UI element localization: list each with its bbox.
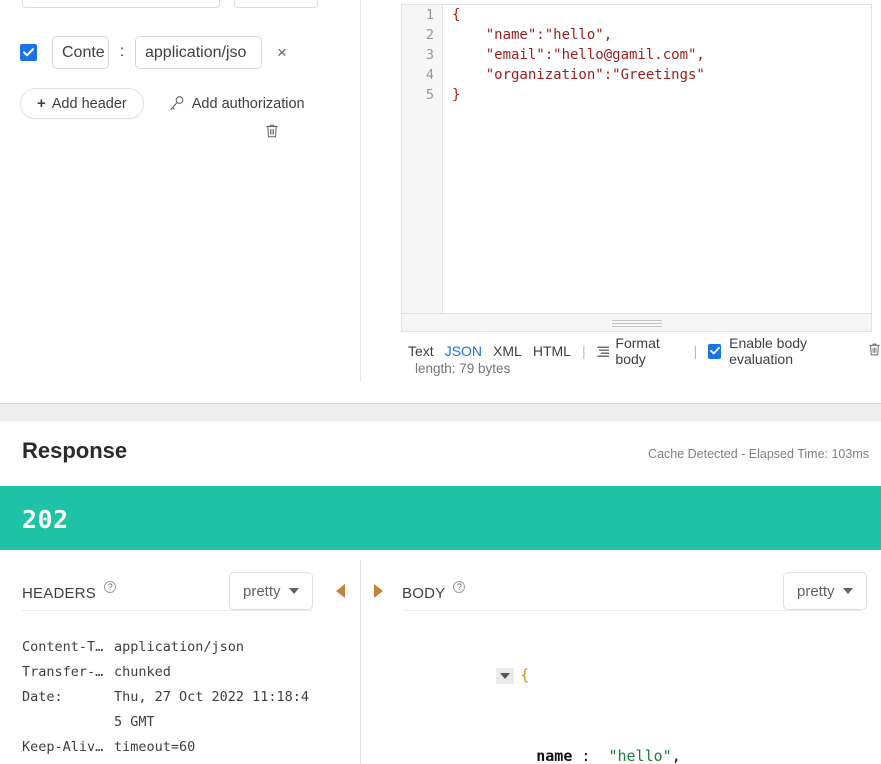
trash-icon	[869, 343, 880, 356]
headers-format-dropdown[interactable]: pretty	[229, 572, 313, 610]
request-body-editor[interactable]: 1 2 3 4 5 { "name":"hello", "email":"hel…	[401, 4, 872, 314]
check-icon	[709, 347, 720, 355]
help-icon[interactable]: ?	[453, 581, 466, 593]
add-authorization-label: Add authorization	[191, 95, 305, 112]
response-header: Response Cache Detected - Elapsed Time: …	[0, 421, 881, 486]
pane-vertical-divider	[360, 0, 361, 382]
header-item: Transfer-… chunked	[22, 660, 309, 685]
json-root-line: {	[424, 635, 780, 716]
help-icon[interactable]: ?	[104, 581, 117, 593]
line-number: 3	[425, 47, 434, 63]
editor-resize-grabber[interactable]	[611, 320, 662, 327]
expand-body-panel-button[interactable]	[374, 584, 383, 598]
header-item: Keep-Aliv… timeout=60	[22, 735, 309, 760]
header-item: Date: Thu, 27 Oct 2022 11:18:4 5 GMT	[22, 685, 309, 735]
format-body-button[interactable]: Format body	[596, 335, 683, 367]
json-open-brace: {	[520, 666, 530, 684]
enable-body-evaluation-toggle[interactable]: Enable body evaluation	[708, 335, 854, 367]
body-format-label: pretty	[797, 582, 835, 600]
header-row: Conte : application/jso ×	[20, 35, 287, 69]
editor-code-line: {	[452, 7, 461, 23]
json-comma: ,	[671, 747, 681, 764]
format-tab-json[interactable]: JSON	[445, 343, 482, 359]
line-number: 2	[425, 27, 434, 43]
body-panel-title: BODY ?	[402, 581, 466, 602]
header-key-input[interactable]: Conte	[52, 35, 109, 69]
response-body-tree: { name : "hello", email : "hello@gamil.c…	[424, 635, 780, 764]
headers-panel-title: HEADERS ?	[22, 581, 117, 602]
headers-panel-label: HEADERS	[22, 585, 96, 602]
response-panels: HEADERS ? pretty Content-T… application/…	[0, 550, 881, 764]
header-item-key: Keep-Aliv…	[22, 739, 104, 755]
add-header-label: Add header	[51, 95, 127, 112]
json-key: name	[536, 747, 573, 764]
caret-down-icon	[500, 672, 511, 679]
body-format-dropdown[interactable]: pretty	[783, 572, 867, 610]
chevron-down-icon	[288, 588, 299, 594]
toolbar-separator-2: |	[693, 343, 698, 359]
header-value-input[interactable]: application/jso	[135, 35, 262, 69]
response-meta: Cache Detected - Elapsed Time: 103ms	[648, 447, 869, 461]
format-tab-html[interactable]: HTML	[533, 343, 571, 359]
headers-panel-rule	[22, 610, 312, 611]
header-item-value: chunked	[114, 664, 171, 680]
key-icon	[170, 96, 184, 110]
body-panel-rule	[402, 610, 862, 611]
header-actions: + Add header Add authorization	[20, 88, 305, 119]
format-tab-xml[interactable]: XML	[493, 343, 522, 359]
toolbar-separator: |	[581, 343, 586, 359]
header-item-value: timeout=60	[114, 739, 196, 755]
add-header-button[interactable]: + Add header	[20, 88, 144, 119]
check-icon	[23, 47, 34, 56]
collapse-headers-panel-button[interactable]	[336, 584, 345, 598]
header-item-value: application/json	[114, 639, 245, 655]
editor-code-line: "organization":"Greetings"	[452, 67, 705, 83]
format-body-label: Format body	[615, 335, 660, 367]
format-lines-icon	[596, 346, 610, 357]
editor-line-gutter: 1 2 3 4 5	[402, 5, 443, 313]
editor-code-line: "email":"hello@gamil.com",	[452, 47, 705, 63]
json-entry: name : "hello",	[424, 716, 780, 764]
chevron-down-icon	[842, 588, 853, 594]
line-number: 4	[425, 67, 434, 83]
response-title: Response	[22, 438, 128, 463]
editor-horizontal-scrollbar[interactable]	[401, 314, 872, 332]
body-length-label: length: 79 bytes	[415, 361, 511, 376]
delete-authorization-button[interactable]	[265, 123, 279, 144]
line-number: 1	[425, 7, 434, 23]
trash-icon	[266, 124, 278, 138]
editor-code-line: "name":"hello",	[452, 27, 613, 43]
plus-icon: +	[37, 95, 46, 112]
header-item: Content-T… application/json	[22, 635, 309, 660]
enable-body-evaluation-label: Enable body evaluation	[729, 335, 808, 367]
line-number: 5	[425, 87, 434, 103]
header-item-key: Content-T…	[22, 639, 104, 655]
section-divider-band	[0, 403, 881, 421]
enable-body-evaluation-checkbox[interactable]	[708, 343, 722, 359]
editor-code-area[interactable]: { "name":"hello", "email":"hello@gamil.c…	[444, 5, 871, 313]
remove-header-button[interactable]: ×	[277, 44, 287, 61]
format-tab-text[interactable]: Text	[408, 343, 434, 359]
clear-body-button[interactable]	[868, 342, 881, 360]
tree-collapse-toggle[interactable]	[496, 667, 515, 684]
header-separator: :	[119, 43, 125, 60]
editor-code-line: }	[452, 87, 461, 103]
json-separator: :	[572, 747, 609, 764]
header-item-key: Transfer-…	[22, 664, 104, 680]
response-headers-list: Content-T… application/json Transfer-… c…	[22, 635, 309, 760]
header-item-value: Thu, 27 Oct 2022 11:18:4 5 GMT	[114, 689, 310, 730]
add-authorization-button[interactable]: Add authorization	[168, 95, 305, 112]
header-item-key: Date:	[22, 689, 63, 705]
json-value: "hello"	[608, 747, 672, 764]
request-headers-pane: Conte : application/jso × + Add header A…	[0, 0, 360, 382]
response-status-code: 202	[22, 505, 69, 534]
headers-format-label: pretty	[243, 582, 281, 600]
response-status-bar: 202	[0, 486, 881, 550]
panel-divider	[360, 560, 361, 764]
header-enabled-checkbox[interactable]	[20, 43, 37, 61]
body-panel-label: BODY	[402, 585, 446, 602]
